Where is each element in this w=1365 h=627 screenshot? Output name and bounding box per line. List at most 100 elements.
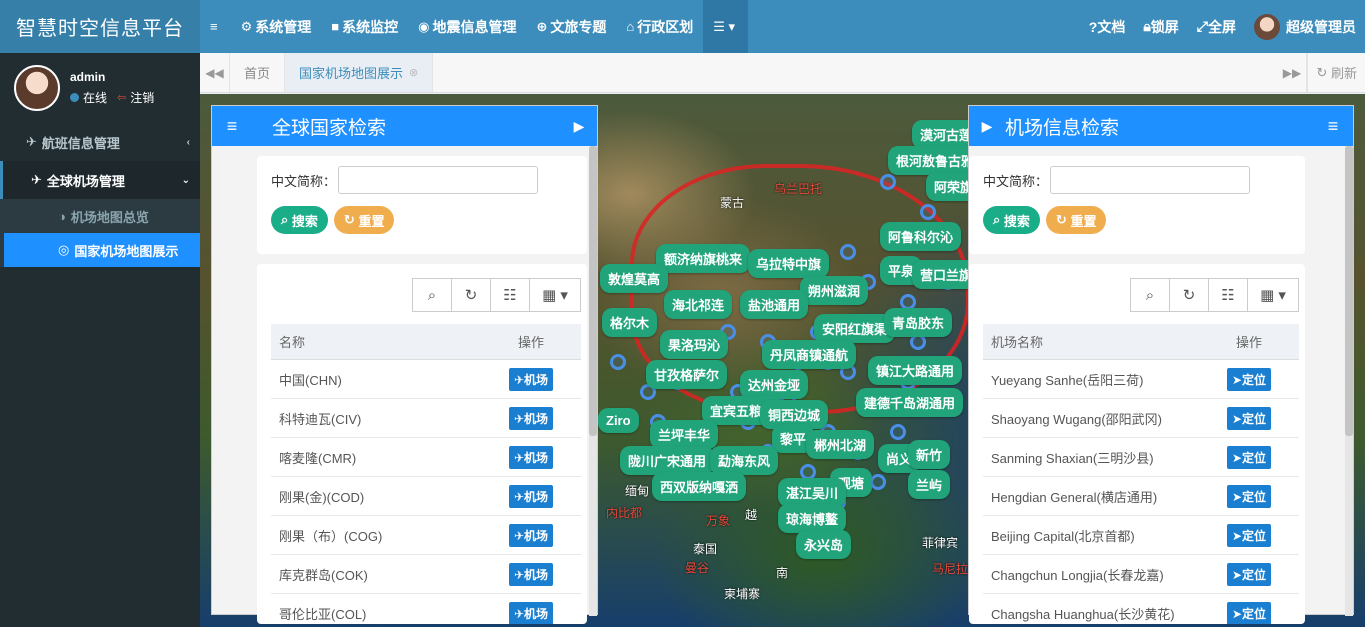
panel-scrollbar[interactable] [1345, 146, 1353, 616]
airport-label[interactable]: Ziro [598, 408, 639, 433]
airport-label[interactable]: 乌拉特中旗 [748, 249, 830, 278]
airport-marker-icon[interactable] [840, 244, 856, 260]
row-action-button[interactable]: ✈机场 [508, 601, 554, 624]
airport-label[interactable]: 兰坪丰华 [650, 420, 719, 449]
search-button[interactable]: ⌕ 搜索 [983, 206, 1040, 234]
table-columns-button[interactable]: ▦ ▾ [529, 278, 581, 312]
map-label: 南 [776, 566, 789, 580]
sidebar-subitem-airport-overview[interactable]: ◑ 机场地图总览 [0, 199, 200, 233]
airport-label[interactable]: 陇川广宋通用 [620, 446, 715, 475]
table-toggle-button[interactable]: ☷ [1208, 278, 1248, 312]
airport-label[interactable]: 琼海博鳌 [778, 504, 847, 533]
search-button[interactable]: ⌕ 搜索 [271, 206, 328, 234]
airport-label[interactable]: 敦煌莫高 [600, 264, 669, 293]
sidebar-item-flight-info[interactable]: ✈ 航班信息管理 ‹ [0, 123, 200, 161]
row-action-button[interactable]: ➤定位 [1226, 562, 1272, 586]
airport-label[interactable]: 永兴岛 [796, 530, 852, 559]
airport-name-input[interactable] [1050, 166, 1251, 194]
sidebar-item-global-airport[interactable]: ✈ 全球机场管理 ⌄ [0, 161, 200, 199]
fullscreen-button[interactable]: ⤢ 全屏 [1188, 0, 1245, 53]
row-action-button[interactable]: ✈机场 [508, 406, 554, 430]
table-search-button[interactable]: ⌕ [412, 278, 452, 312]
airport-label[interactable]: 额济纳旗桃来 [656, 244, 751, 273]
row-action-button[interactable]: ➤定位 [1226, 367, 1272, 391]
reset-button[interactable]: ↻ 重置 [1045, 206, 1107, 234]
row-action-button[interactable]: ✈机场 [508, 523, 554, 547]
nav-culture-tourism[interactable]: ⊕ 文旅专题 [526, 0, 616, 53]
sidebar-subitem-country-airport-map[interactable]: ◎ 国家机场地图展示 [4, 233, 200, 267]
panel-scrollbar[interactable] [589, 146, 597, 616]
airport-marker-icon[interactable] [920, 204, 936, 220]
row-action-label: 机场 [524, 372, 549, 387]
airport-label[interactable]: 西双版纳嘎洒 [652, 472, 747, 501]
reset-label: 重置 [358, 213, 385, 229]
table-toggle-button[interactable]: ☷ [490, 278, 530, 312]
caret-right-icon[interactable]: ▶ [969, 118, 1005, 135]
reset-button[interactable]: ↻ 重置 [333, 206, 395, 234]
grid-dropdown-icon: ▦ ▾ [542, 287, 568, 304]
airport-label[interactable]: 郴州北湖 [806, 430, 875, 459]
hamburger-icon[interactable]: ≡ [1313, 116, 1353, 137]
row-action-button[interactable]: ➤定位 [1226, 406, 1272, 430]
nav-system-manage[interactable]: ⚙ 系统管理 [231, 0, 322, 53]
airport-label[interactable]: 格尔木 [602, 308, 658, 337]
table-columns-button[interactable]: ▦ ▾ [1247, 278, 1299, 312]
airport-label[interactable]: 果洛玛沁 [660, 330, 729, 359]
airport-label[interactable]: 安阳红旗渠 [814, 314, 896, 343]
airport-label[interactable]: 阿鲁科尔沁 [880, 222, 962, 251]
row-action-button[interactable]: ✈机场 [508, 562, 554, 586]
caret-right-icon[interactable]: ▶ [561, 118, 597, 135]
logout-link[interactable]: 注销 [130, 89, 154, 106]
row-action-button[interactable]: ✈机场 [508, 484, 554, 508]
tab-country-airport-map[interactable]: 国家机场地图展示 ⊗ [285, 53, 434, 92]
airport-label[interactable]: 甘孜格萨尔 [646, 360, 728, 389]
airport-label[interactable]: 勐海东风 [710, 446, 779, 475]
airport-marker-icon[interactable] [870, 474, 886, 490]
airport-label[interactable]: 镇江大路通用 [868, 356, 963, 385]
brand-title[interactable]: 智慧时空信息平台 [0, 0, 200, 53]
tab-scroll-left-button[interactable]: ◀◀ [200, 53, 230, 92]
nav-admin-division[interactable]: ⌂ 行政区划 [616, 0, 703, 53]
table-search-button[interactable]: ⌕ [1130, 278, 1170, 312]
row-action-button[interactable]: ✈机场 [508, 445, 554, 469]
airport-marker-icon[interactable] [610, 354, 626, 370]
scrollbar-thumb[interactable] [1345, 146, 1353, 436]
table-toolbar: ⌕ ↻ ☷ ▦ ▾ [983, 278, 1299, 312]
logout-icon[interactable]: ⇦ [117, 91, 126, 104]
airport-marker-icon[interactable] [890, 424, 906, 440]
airport-label[interactable]: 丹凤商镇通航 [762, 340, 857, 369]
tab-home[interactable]: 首页 [230, 53, 286, 92]
nav-more-menu[interactable]: ☰ ▾ [703, 0, 749, 53]
lock-screen-button[interactable]: 🔒︎ 锁屏 [1134, 0, 1187, 53]
refresh-button[interactable]: ↻ 刷新 [1307, 53, 1365, 92]
user-menu[interactable]: 超级管理员 [1245, 0, 1365, 53]
airport-label[interactable]: 海北祁连 [664, 290, 733, 319]
panel-header: ▶ 机场信息检索 ≡ [969, 106, 1353, 146]
row-name: Yueyang Sanhe(岳阳三荷) [991, 372, 1144, 388]
airport-label[interactable]: 建德千岛湖通用 [856, 388, 964, 417]
row-action-button[interactable]: ➤定位 [1226, 484, 1272, 508]
row-action-button[interactable]: ➤定位 [1226, 523, 1272, 547]
country-name-input[interactable] [338, 166, 539, 194]
scrollbar-thumb[interactable] [589, 146, 597, 436]
airport-label[interactable]: 新竹 [908, 440, 951, 469]
table-refresh-button[interactable]: ↻ [451, 278, 491, 312]
nav-earthquake-info[interactable]: ◉ 地震信息管理 [408, 0, 526, 53]
close-icon[interactable]: ⊗ [409, 66, 418, 79]
airport-label[interactable]: 达州金垭 [740, 370, 809, 399]
airport-label[interactable]: 青岛胶东 [884, 308, 953, 337]
row-action-button[interactable]: ✈机场 [508, 367, 554, 391]
hamburger-icon[interactable]: ≡ [212, 116, 252, 137]
nav-system-monitor[interactable]: ■ 系统监控 [321, 0, 408, 53]
hamburger-button[interactable]: ≡ [200, 0, 231, 53]
row-action-button[interactable]: ➤定位 [1226, 601, 1272, 624]
airport-marker-icon[interactable] [880, 174, 896, 190]
airport-label[interactable]: 兰屿 [908, 470, 951, 499]
airport-label[interactable]: 湛江吴川 [778, 478, 847, 507]
tab-scroll-right-button[interactable]: ▶▶ [1277, 53, 1308, 92]
docs-link[interactable]: ? 文档 [1080, 0, 1135, 53]
row-action-button[interactable]: ➤定位 [1226, 445, 1272, 469]
table-refresh-button[interactable]: ↻ [1169, 278, 1209, 312]
airport-label[interactable]: 朔州滋润 [800, 276, 869, 305]
airport-label[interactable]: 盐池通用 [740, 290, 809, 319]
